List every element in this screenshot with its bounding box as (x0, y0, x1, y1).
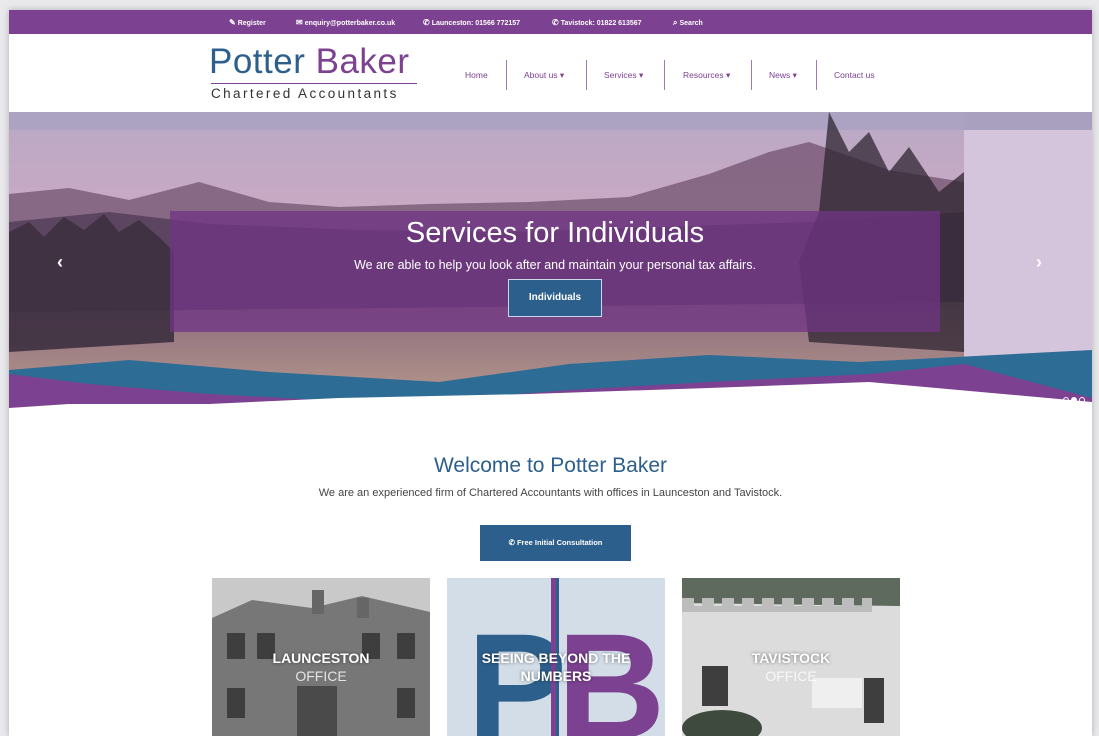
tile-tavistock-office[interactable]: TAVISTOCK OFFICE (682, 578, 900, 736)
logo-rule (211, 83, 417, 84)
individuals-button[interactable]: Individuals (508, 279, 602, 317)
pencil-icon: ✎ (229, 18, 236, 27)
nav-home[interactable]: Home (465, 60, 488, 90)
nav-contact-us[interactable]: Contact us (834, 60, 875, 90)
tile-launceston-subtitle: OFFICE (295, 668, 347, 684)
hero-title: Services for Individuals (405, 217, 705, 249)
tile-seeing-beyond[interactable]: P B SEEING BEYOND THE NUMBERS (447, 578, 665, 736)
tile-launceston-title: LAUNCESTON (272, 650, 370, 666)
nav-resources[interactable]: Resources ▾ (683, 60, 730, 90)
tile-seeing-beyond-title: SEEING BEYOND THE (481, 650, 631, 666)
phone-icon: ✆ (423, 18, 430, 27)
nav-divider (751, 60, 752, 90)
nav-news[interactable]: News ▾ (769, 60, 797, 90)
tile-launceston-office[interactable]: LAUNCESTON OFFICE (212, 578, 430, 736)
slider-prev-arrow[interactable]: ‹ (57, 252, 63, 273)
logo-name-potter: Potter (209, 42, 306, 81)
register-label: Register (237, 20, 266, 27)
tavistock-phone-label: Tavistock: 01822 613567 (560, 20, 642, 27)
welcome-intro: We are an experienced firm of Chartered … (318, 487, 783, 499)
top-bar: ✎ Register ✉ enquiry@potterbaker.co.uk ✆ La… (9, 10, 1092, 34)
phone-icon: ✆ (552, 18, 559, 27)
tavistock-phone-link[interactable]: ✆ Tavistock: 01822 613567 (552, 18, 642, 27)
search-label: Search (679, 20, 703, 27)
free-consultation-label: Free Initial Consultation (516, 538, 603, 547)
envelope-icon: ✉ (296, 18, 303, 27)
search-icon: ⌕ (673, 18, 678, 27)
phone-icon: ✆ (508, 538, 517, 547)
search-link[interactable]: ⌕ Search (673, 18, 703, 28)
register-link[interactable]: ✎ Register (229, 18, 266, 27)
launceston-phone-label: Launceston: 01566 772157 (431, 20, 521, 27)
nav-divider (664, 60, 665, 90)
site-header: Potter Baker Chartered Accountants Home … (9, 34, 1092, 112)
nav-about-us[interactable]: About us ▾ (524, 60, 564, 90)
slider-dots (1061, 390, 1085, 403)
nav-services[interactable]: Services ▾ (604, 60, 643, 90)
tile-tavistock-title: TAVISTOCK (751, 650, 831, 666)
logo[interactable]: Potter Baker Chartered Accountants (209, 44, 425, 101)
email-label: enquiry@potterbaker.co.uk (304, 20, 396, 27)
tile-seeing-beyond-subtitle: NUMBERS (520, 668, 592, 684)
launceston-phone-link[interactable]: ✆ Launceston: 01566 772157 (423, 18, 520, 27)
hero-slider: ‹ › Services for Individuals We are able… (9, 112, 1092, 408)
hero-caption-box: Services for Individuals We are able to … (170, 211, 940, 332)
slider-dot-active[interactable] (1071, 397, 1077, 403)
nav-divider (816, 60, 817, 90)
logo-name-baker: Baker (315, 42, 410, 81)
web-page: ✎ Register ✉ enquiry@potterbaker.co.uk ✆ La… (9, 10, 1092, 736)
slider-next-arrow[interactable]: › (1036, 252, 1042, 273)
email-link[interactable]: ✉ enquiry@potterbaker.co.uk (296, 18, 395, 27)
slider-dot[interactable] (1079, 397, 1085, 403)
nav-divider (506, 60, 507, 90)
free-consultation-button[interactable]: ✆ Free Initial Consultation (480, 525, 631, 561)
logo-name: Potter Baker (209, 44, 425, 80)
hero-subtitle: We are able to help you look after and m… (354, 258, 756, 272)
logo-tagline: Chartered Accountants (211, 86, 399, 101)
welcome-title: Welcome to Potter Baker (433, 454, 668, 477)
nav-divider (586, 60, 587, 90)
tile-tavistock-subtitle: OFFICE (765, 668, 817, 684)
slider-dot[interactable] (1063, 397, 1069, 403)
